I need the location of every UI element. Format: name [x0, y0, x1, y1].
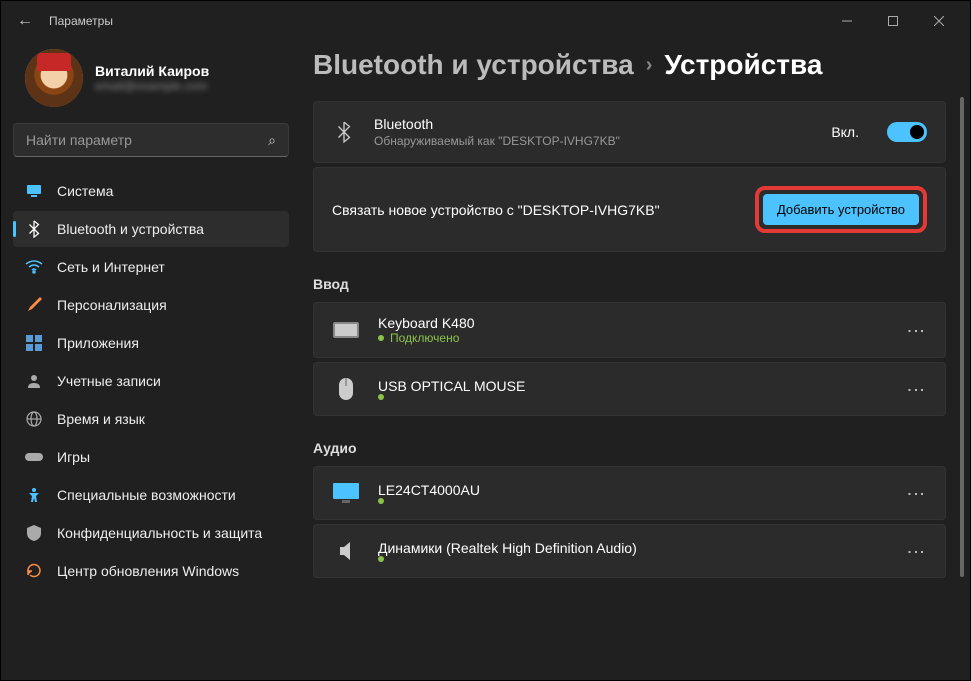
sidebar-item-label: Конфиденциальность и защита — [57, 525, 262, 541]
device-name: USB OPTICAL MOUSE — [378, 378, 887, 394]
sidebar-item-apps[interactable]: Приложения — [13, 325, 289, 361]
search-box[interactable]: ⌕ — [13, 123, 289, 157]
pair-text: Связать новое устройство с "DESKTOP-IVHG… — [332, 202, 737, 218]
sidebar-item-personalization[interactable]: Персонализация — [13, 287, 289, 323]
sidebar-item-label: Сеть и Интернет — [57, 259, 165, 275]
more-button[interactable]: ⋮ — [905, 322, 927, 338]
sidebar-item-label: Время и язык — [57, 411, 145, 427]
update-icon — [25, 562, 43, 580]
sidebar: Виталий Каиров email@example.com ⌕ Систе… — [1, 41, 301, 680]
display-icon — [332, 479, 360, 507]
maximize-button[interactable] — [870, 5, 916, 37]
device-name: LE24CT4000AU — [378, 482, 887, 498]
main-content: Bluetooth и устройства › Устройства Blue… — [301, 41, 970, 680]
breadcrumb: Bluetooth и устройства › Устройства — [313, 41, 946, 101]
brush-icon — [25, 296, 43, 314]
device-card[interactable]: Динамики (Realtek High Definition Audio)… — [313, 524, 946, 578]
bluetooth-icon — [332, 121, 356, 143]
bluetooth-subtitle: Обнаруживаемый как "DESKTOP-IVHG7KB" — [374, 134, 813, 148]
profile[interactable]: Виталий Каиров email@example.com — [13, 41, 289, 123]
grid-icon — [25, 334, 43, 352]
device-status — [378, 394, 887, 400]
sidebar-item-update[interactable]: Центр обновления Windows — [13, 553, 289, 589]
close-button[interactable] — [916, 5, 962, 37]
user-icon — [25, 372, 43, 390]
bluetooth-icon — [25, 220, 43, 238]
globe-icon — [25, 410, 43, 428]
sidebar-item-label: Специальные возможности — [57, 487, 236, 503]
titlebar: ← Параметры — [1, 1, 970, 41]
section-title-input: Ввод — [313, 276, 946, 292]
more-button[interactable]: ⋮ — [905, 485, 927, 501]
device-name: Динамики (Realtek High Definition Audio) — [378, 540, 887, 556]
sidebar-item-system[interactable]: Система — [13, 173, 289, 209]
sidebar-item-time[interactable]: Время и язык — [13, 401, 289, 437]
speaker-icon — [332, 537, 360, 565]
chevron-right-icon: › — [646, 54, 653, 77]
device-card[interactable]: LE24CT4000AU ⋮ — [313, 466, 946, 520]
sidebar-item-label: Приложения — [57, 335, 139, 351]
more-button[interactable]: ⋮ — [905, 543, 927, 559]
scrollbar[interactable] — [960, 97, 964, 668]
scrollbar-thumb[interactable] — [960, 97, 964, 577]
mouse-icon — [332, 375, 360, 403]
keyboard-icon — [332, 316, 360, 344]
breadcrumb-parent[interactable]: Bluetooth и устройства — [313, 49, 634, 81]
sidebar-item-accessibility[interactable]: Специальные возможности — [13, 477, 289, 513]
app-title: Параметры — [49, 14, 113, 28]
sidebar-item-label: Bluetooth и устройства — [57, 221, 204, 237]
sidebar-item-gaming[interactable]: Игры — [13, 439, 289, 475]
bluetooth-card: Bluetooth Обнаруживаемый как "DESKTOP-IV… — [313, 101, 946, 163]
wifi-icon — [25, 258, 43, 276]
device-status — [378, 498, 887, 504]
accessibility-icon — [25, 486, 43, 504]
minimize-button[interactable] — [824, 5, 870, 37]
device-status: Подключено — [378, 331, 887, 345]
sidebar-item-privacy[interactable]: Конфиденциальность и защита — [13, 515, 289, 551]
window-controls — [824, 5, 962, 37]
more-button[interactable]: ⋮ — [905, 381, 927, 397]
device-status — [378, 556, 887, 562]
back-button[interactable]: ← — [9, 5, 41, 37]
sidebar-item-bluetooth[interactable]: Bluetooth и устройства — [13, 211, 289, 247]
shield-icon — [25, 524, 43, 542]
sidebar-item-label: Центр обновления Windows — [57, 563, 239, 579]
sidebar-item-label: Игры — [57, 449, 90, 465]
pair-card: Связать новое устройство с "DESKTOP-IVHG… — [313, 167, 946, 252]
sidebar-item-label: Персонализация — [57, 297, 167, 313]
section-title-audio: Аудио — [313, 440, 946, 456]
sidebar-item-label: Система — [57, 183, 113, 199]
bluetooth-toggle[interactable] — [887, 122, 927, 142]
monitor-icon — [25, 182, 43, 200]
gamepad-icon — [25, 448, 43, 466]
profile-name: Виталий Каиров — [95, 63, 209, 79]
avatar — [25, 49, 83, 107]
nav: Система Bluetooth и устройства Сеть и Инте… — [13, 173, 289, 589]
breadcrumb-current: Устройства — [664, 49, 822, 81]
device-name: Keyboard K480 — [378, 315, 887, 331]
sidebar-item-network[interactable]: Сеть и Интернет — [13, 249, 289, 285]
bluetooth-title: Bluetooth — [374, 116, 813, 132]
search-icon: ⌕ — [268, 132, 276, 149]
profile-email: email@example.com — [95, 79, 209, 93]
device-card[interactable]: USB OPTICAL MOUSE ⋮ — [313, 362, 946, 416]
device-card[interactable]: Keyboard K480Подключено ⋮ — [313, 302, 946, 358]
search-input[interactable] — [26, 132, 268, 148]
sidebar-item-label: Учетные записи — [57, 373, 161, 389]
highlight-annotation: Добавить устройство — [755, 186, 927, 233]
sidebar-item-accounts[interactable]: Учетные записи — [13, 363, 289, 399]
add-device-button[interactable]: Добавить устройство — [763, 194, 919, 225]
toggle-label: Вкл. — [831, 124, 859, 140]
